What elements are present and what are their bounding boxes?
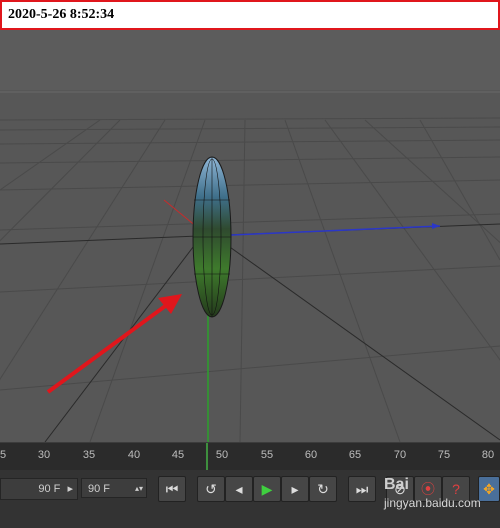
move-icon: ✥ [483,481,495,497]
field-arrow-icon: ▸ [67,483,73,495]
tick-label: 60 [304,449,318,461]
tick-label: 30 [37,449,51,461]
timestamp-text: 2020-5-26 8:52:34 [8,7,115,22]
watermark-logo: Bai [384,476,409,493]
watermark-url: jingyan.baidu.com [384,496,481,510]
stepper-icon: ▴▾ [134,484,143,493]
tick-label: 40 [127,449,141,461]
next-key-button[interactable]: ↻ [309,476,337,502]
next-frame-button[interactable]: ▸ [281,476,309,502]
go-to-end-button[interactable]: ⏭ [348,476,376,502]
tick-label: 5 [0,449,7,461]
playhead[interactable] [206,443,208,471]
annotation-arrow-shaft [46,302,170,394]
next-frame-icon: ▸ [291,481,299,497]
preview-end-value: 90 F [88,483,111,495]
3d-viewport[interactable] [0,30,500,442]
go-to-start-button[interactable]: ⏮ [158,476,186,502]
viewport-scene [0,30,500,442]
timestamp-bar: 2020-5-26 8:52:34 [0,0,500,30]
play-button[interactable]: ▶ [253,476,281,502]
tick-label: 35 [82,449,96,461]
tick-label: 70 [393,449,407,461]
previous-frame-icon: ◂ [235,481,243,497]
tick-label: 50 [215,449,229,461]
previous-key-button[interactable]: ↺ [197,476,225,502]
end-frame-value: 90 F [38,483,61,495]
tick-label: 45 [171,449,185,461]
go-to-end-icon: ⏭ [355,481,369,497]
move-tool-button[interactable]: ✥ [478,476,500,502]
play-icon: ▶ [261,481,273,497]
end-frame-field[interactable]: 90 F ▸ [0,478,78,500]
previous-frame-button[interactable]: ◂ [225,476,253,502]
go-to-start-icon: ⏮ [165,481,179,497]
preview-end-field[interactable]: 90 F ▴▾ [81,478,147,498]
tick-label: 75 [437,449,451,461]
help-icon: ? [452,481,460,497]
floor-grid [0,117,500,442]
previous-key-icon: ↺ [205,481,217,497]
tick-label: 65 [348,449,362,461]
sky-area [0,30,500,90]
tick-label: 80 [481,449,495,461]
timeline-ruler[interactable]: 5 30 35 40 45 50 55 60 65 70 75 80 [0,442,500,471]
next-key-icon: ↻ [317,481,329,497]
x-axis-arrow [432,223,440,229]
tick-label: 55 [260,449,274,461]
autokey-icon: ⦿ [421,481,435,497]
